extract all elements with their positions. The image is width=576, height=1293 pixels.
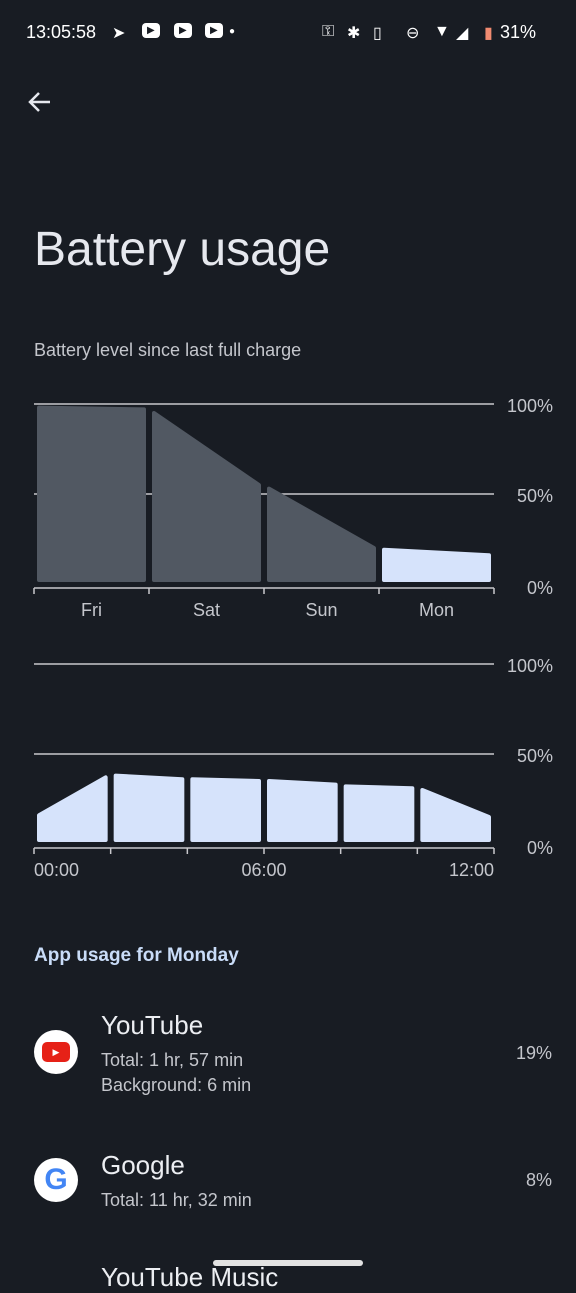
app-name: YouTube — [101, 1010, 204, 1040]
app-total: Total: 1 hr, 57 min — [101, 1050, 244, 1070]
battery-icon: ▮ — [484, 25, 493, 42]
app-item-google[interactable]: G Google Total: 11 hr, 32 min 8% — [0, 1140, 576, 1230]
back-button[interactable] — [24, 86, 56, 118]
app-item-youtube-music[interactable]: YouTube Music — [0, 1262, 576, 1292]
app-name: YouTube Music — [101, 1262, 279, 1292]
y-tick-label: 100% — [507, 396, 553, 416]
battery-segment — [420, 788, 491, 842]
battery-segment — [152, 411, 261, 582]
y-tick-label: 50% — [517, 486, 553, 506]
clock: 13:05:58 — [26, 22, 97, 42]
y-tick-label: 0% — [527, 838, 553, 858]
battery-segment — [190, 777, 261, 842]
battery-segment — [382, 547, 491, 582]
x-tick-label: Sun — [305, 600, 337, 620]
y-tick-label: 0% — [527, 578, 553, 598]
x-tick-label: Sat — [193, 600, 220, 620]
battery-segment — [343, 784, 415, 842]
battery-charts: 100% 50% 0% Fri Sat Sun Mon 100% 50% 0% 00:00 06:00… — [33, 396, 553, 880]
app-total: Total: 11 hr, 32 min — [101, 1190, 252, 1210]
x-tick-label: 00:00 — [34, 860, 79, 880]
youtube-icon: ▶ — [174, 23, 192, 38]
y-tick-label: 50% — [517, 746, 553, 766]
battery-segment — [267, 486, 376, 582]
battery-segment — [37, 775, 108, 842]
dot-icon: ● — [229, 26, 236, 37]
x-tick-label: 06:00 — [241, 860, 286, 880]
signal-icon: ◢ — [456, 25, 469, 42]
app-item-youtube[interactable]: ▶ YouTube Total: 1 hr, 57 min Background… — [0, 1000, 576, 1110]
x-tick-label: 12:00 — [449, 860, 494, 880]
chart-subtitle: Battery level since last full charge — [34, 340, 302, 360]
battery-percent: 31% — [500, 22, 537, 42]
wifi-icon: ▼ — [434, 23, 450, 40]
bluetooth-icon: ✱ — [347, 25, 361, 42]
google-icon: G — [34, 1158, 78, 1202]
youtube-icon: ▶ — [205, 23, 223, 38]
app-name: Google — [101, 1150, 185, 1180]
dnd-icon: ⊖ — [406, 25, 420, 42]
battery-segment — [37, 405, 146, 582]
gesture-nav-bar[interactable] — [213, 1260, 363, 1266]
telegram-icon: ➤ — [112, 25, 126, 42]
page-title: Battery usage — [34, 223, 331, 276]
arrow-left-icon — [28, 92, 50, 112]
section-title: App usage for Monday — [34, 945, 239, 966]
x-tick-label: Mon — [419, 600, 454, 620]
battery-segment — [113, 773, 185, 842]
app-background: Background: 6 min — [101, 1075, 252, 1095]
app-percent: 19% — [515, 1043, 552, 1063]
status-bar: 13:05:58 ➤ ▶ ▶ ▶ ● ⚿ ✱ ▯ ⊖ ▼ ◢ ▮ 31% — [0, 20, 576, 44]
youtube-icon: ▶ — [34, 1030, 78, 1074]
battery-segment — [267, 779, 338, 842]
vibrate-icon: ▯ — [373, 25, 382, 42]
youtube-icon: ▶ — [142, 23, 160, 38]
x-tick-label: Fri — [81, 600, 102, 620]
app-percent: 8% — [525, 1170, 552, 1190]
y-tick-label: 100% — [507, 656, 553, 676]
vpn-key-icon: ⚿ — [322, 23, 335, 40]
